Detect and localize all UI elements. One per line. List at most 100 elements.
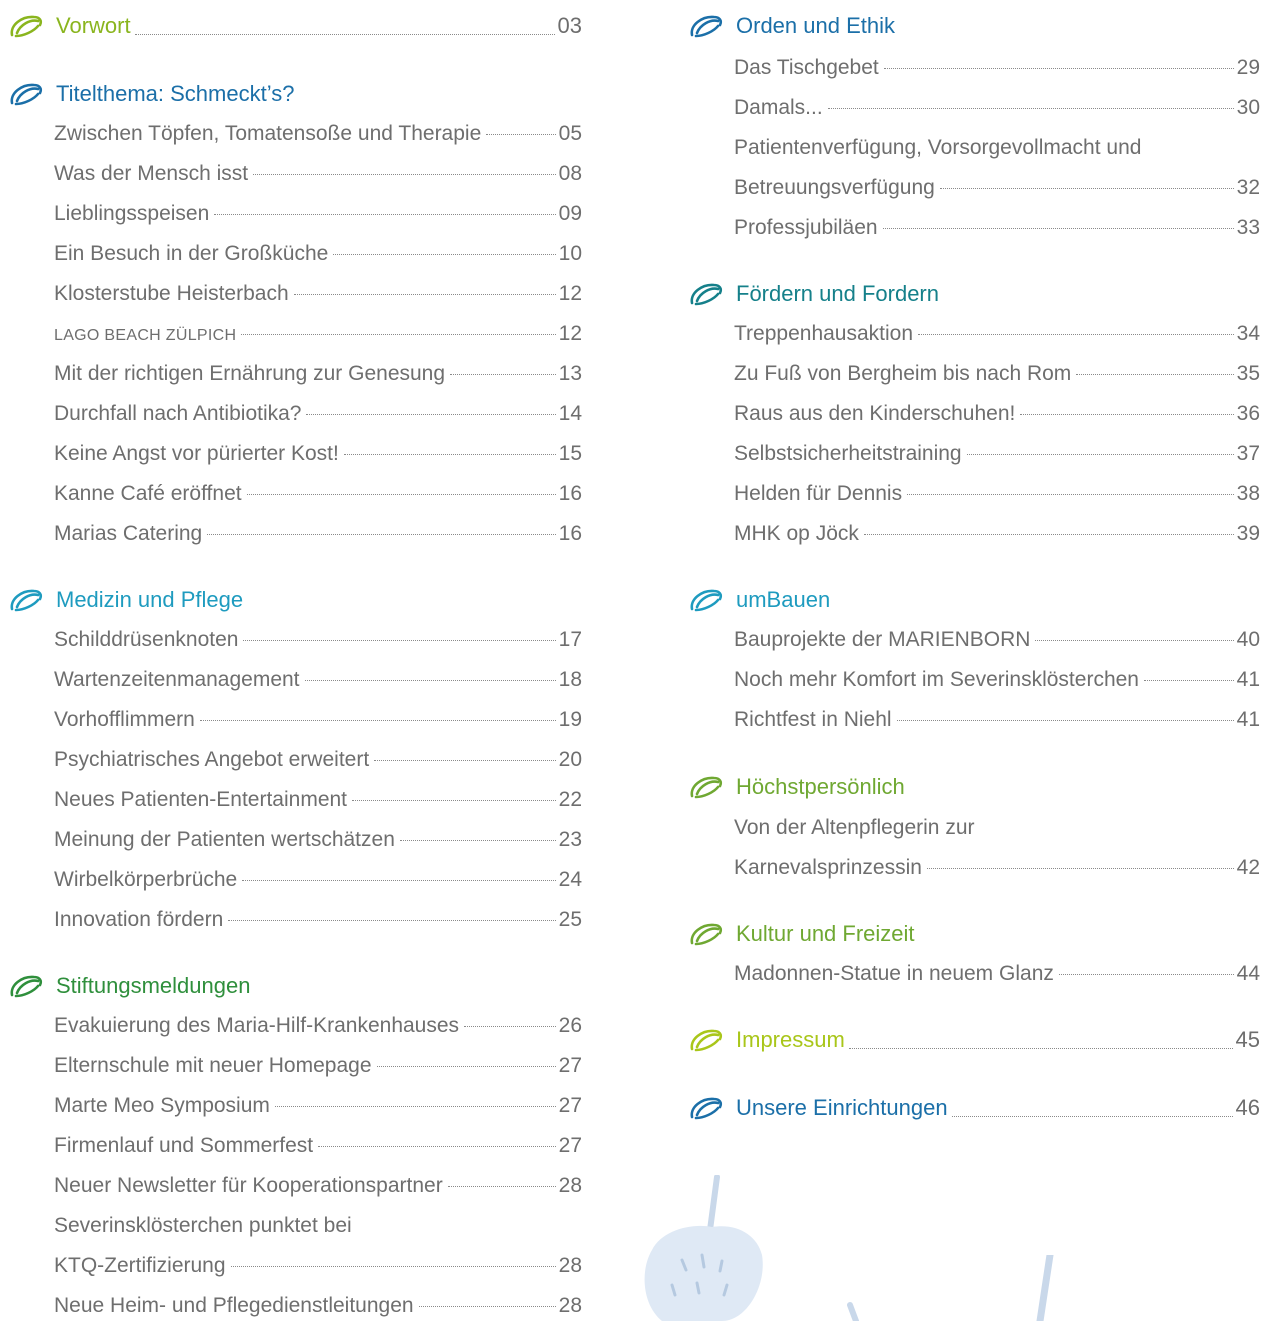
- toc-entry[interactable]: Kanne Café eröffnet 16: [54, 474, 582, 514]
- toc-entry[interactable]: Selbstsicherheitstraining 37: [734, 434, 1260, 474]
- entry-title: Neuer Newsletter für Kooperationspartner: [54, 1174, 443, 1197]
- page-number: 28: [558, 1174, 582, 1197]
- section-heading[interactable]: Höchstpersönlich: [688, 767, 1260, 807]
- dot-leader: [318, 1146, 556, 1147]
- section-heading[interactable]: Stiftungsmeldungen: [8, 966, 582, 1006]
- toc-entry[interactable]: Patientenverfügung, Vorsorgevollmacht un…: [734, 128, 1260, 168]
- section-heading[interactable]: Fördern und Fordern: [688, 274, 1260, 314]
- entry-title: Madonnen-Statue in neuem Glanz: [734, 962, 1054, 985]
- toc-entry[interactable]: Mit der richtigen Ernährung zur Genesung…: [54, 354, 582, 394]
- toc-entry[interactable]: Richtfest in Niehl 41: [734, 700, 1260, 740]
- dot-leader: [1035, 640, 1234, 641]
- page-number: 15: [558, 442, 582, 465]
- toc-entry[interactable]: Neue Heim- und Pflegedienstleitungen 28: [54, 1286, 582, 1326]
- toc-entry[interactable]: Durchfall nach Antibiotika? 14: [54, 394, 582, 434]
- entry-title: Neue Heim- und Pflegedienstleitungen: [54, 1294, 414, 1317]
- toc-entry[interactable]: Damals... 30: [734, 88, 1260, 128]
- toc-entry[interactable]: Elternschule mit neuer Homepage 27: [54, 1046, 582, 1086]
- toc-entry[interactable]: Noch mehr Komfort im Severinsklösterchen…: [734, 660, 1260, 700]
- toc-entry[interactable]: Zwischen Töpfen, Tomatensoße und Therapi…: [54, 114, 582, 154]
- section-title: Vorwort: [56, 13, 131, 38]
- swoosh-icon: [10, 975, 43, 998]
- entry-title: Psychiatrisches Angebot erweitert: [54, 748, 370, 771]
- entry-title: Helden für Dennis: [734, 482, 903, 505]
- toc-entry[interactable]: Helden für Dennis 38: [734, 474, 1260, 514]
- section-heading[interactable]: Medizin und Pflege: [8, 580, 582, 620]
- page-number: 09: [558, 202, 582, 225]
- toc-entry[interactable]: Marias Catering 16: [54, 514, 582, 554]
- toc-entry[interactable]: Karnevalsprinzessin 42: [734, 848, 1260, 888]
- swoosh-icon: [10, 15, 43, 38]
- entry-title: Elternschule mit neuer Homepage: [54, 1054, 372, 1077]
- dot-leader: [1143, 680, 1234, 681]
- section-heading[interactable]: umBauen: [688, 580, 1260, 620]
- toc-entry[interactable]: Wirbelkörperbrüche 24: [54, 860, 582, 900]
- page-number: 33: [1236, 216, 1260, 239]
- section-heading[interactable]: Vorwort 03: [8, 6, 582, 46]
- toc-entry[interactable]: Schilddrüsenknoten 17: [54, 620, 582, 660]
- toc-entry[interactable]: Ein Besuch in der Großküche 10: [54, 234, 582, 274]
- dot-leader: [951, 1115, 1233, 1117]
- toc-entry[interactable]: Neues Patienten-Entertainment 22: [54, 780, 582, 820]
- entry-title: Schilddrüsenknoten: [54, 628, 239, 651]
- toc-entry[interactable]: Was der Mensch isst 08: [54, 154, 582, 194]
- section-title: Stiftungsmeldungen: [56, 973, 251, 998]
- section-heading[interactable]: Titelthema: Schmeckt’s?: [8, 74, 582, 114]
- toc-entry[interactable]: Professjubiläen 33: [734, 208, 1260, 248]
- swoosh-icon: [690, 776, 723, 799]
- page-number: 16: [558, 522, 582, 545]
- toc-entry[interactable]: Raus aus den Kinderschuhen! 36: [734, 394, 1260, 434]
- toc-entry[interactable]: Treppenhausaktion 34: [734, 314, 1260, 354]
- toc-entry[interactable]: Madonnen-Statue in neuem Glanz 44: [734, 954, 1260, 994]
- toc-entry[interactable]: Das Tischgebet 29: [734, 48, 1260, 88]
- toc-entry[interactable]: Severinsklösterchen punktet bei: [54, 1206, 582, 1246]
- toc-entry[interactable]: MHK op Jöck 39: [734, 514, 1260, 554]
- toc-entry[interactable]: Firmenlauf und Sommerfest 27: [54, 1126, 582, 1166]
- page-number: 25: [558, 908, 582, 931]
- toc-entry[interactable]: Wartenzeitenmanagement 18: [54, 660, 582, 700]
- entry-title: Vorhofflimmern: [54, 708, 195, 731]
- toc-entry[interactable]: Neuer Newsletter für Kooperationspartner…: [54, 1166, 582, 1206]
- dot-leader: [199, 720, 556, 721]
- swoosh-icon: [690, 589, 723, 612]
- page-number: 24: [558, 868, 582, 891]
- section-title: Impressum: [736, 1027, 845, 1052]
- section-heading[interactable]: Unsere Einrichtungen 46: [688, 1088, 1260, 1128]
- toc-entry[interactable]: Innovation fördern 25: [54, 900, 582, 940]
- toc-entry[interactable]: Meinung der Patienten wertschätzen 23: [54, 820, 582, 860]
- page-number: 27: [558, 1134, 582, 1157]
- toc-entry[interactable]: Zu Fuß von Bergheim bis nach Rom 35: [734, 354, 1260, 394]
- section-heading[interactable]: Orden und Ethik: [688, 6, 1260, 46]
- dot-leader: [228, 920, 556, 921]
- dot-leader: [883, 68, 1234, 69]
- toc-entry[interactable]: KTQ-Zertifizierung 28: [54, 1246, 582, 1286]
- section-heading[interactable]: Impressum 45: [688, 1020, 1260, 1060]
- dot-leader: [966, 454, 1234, 455]
- entry-title: Das Tischgebet: [734, 56, 879, 79]
- toc-entry[interactable]: Von der Altenpflegerin zur: [734, 808, 1260, 848]
- page-number: 27: [558, 1054, 582, 1077]
- dot-leader: [1020, 414, 1234, 415]
- entry-title: Zwischen Töpfen, Tomatensoße und Therapi…: [54, 122, 482, 145]
- section-heading[interactable]: Kultur und Freizeit: [688, 914, 1260, 954]
- page-number: 26: [558, 1014, 582, 1037]
- toc-entry[interactable]: Evakuierung des Maria-Hilf-Krankenhauses…: [54, 1006, 582, 1046]
- toc-entry[interactable]: Klosterstube Heisterbach 12: [54, 274, 582, 314]
- toc-entry[interactable]: Lieblingsspeisen 09: [54, 194, 582, 234]
- toc-entry[interactable]: Vorhofflimmern 19: [54, 700, 582, 740]
- page-number: 37: [1236, 442, 1260, 465]
- entry-title: Innovation fördern: [54, 908, 224, 931]
- page-number: 28: [558, 1254, 582, 1277]
- toc-entry[interactable]: Psychiatrisches Angebot erweitert 20: [54, 740, 582, 780]
- entry-title: Richtfest in Niehl: [734, 708, 892, 731]
- toc-entry[interactable]: Betreuungsverfügung 32: [734, 168, 1260, 208]
- dot-leader: [918, 334, 1234, 335]
- toc-entry[interactable]: LAGO BEACH ZÜLPICH 12: [54, 314, 582, 354]
- entry-title: Wartenzeitenmanagement: [54, 668, 300, 691]
- toc-entry[interactable]: Marte Meo Symposium 27: [54, 1086, 582, 1126]
- toc-entry[interactable]: Keine Angst vor pürierter Kost! 15: [54, 434, 582, 474]
- section-title: Fördern und Fordern: [736, 281, 939, 306]
- entry-title: Noch mehr Komfort im Severinsklösterchen: [734, 668, 1139, 691]
- section-title: Höchstpersönlich: [736, 774, 905, 799]
- toc-entry[interactable]: Bauprojekte der MARIENBORN 40: [734, 620, 1260, 660]
